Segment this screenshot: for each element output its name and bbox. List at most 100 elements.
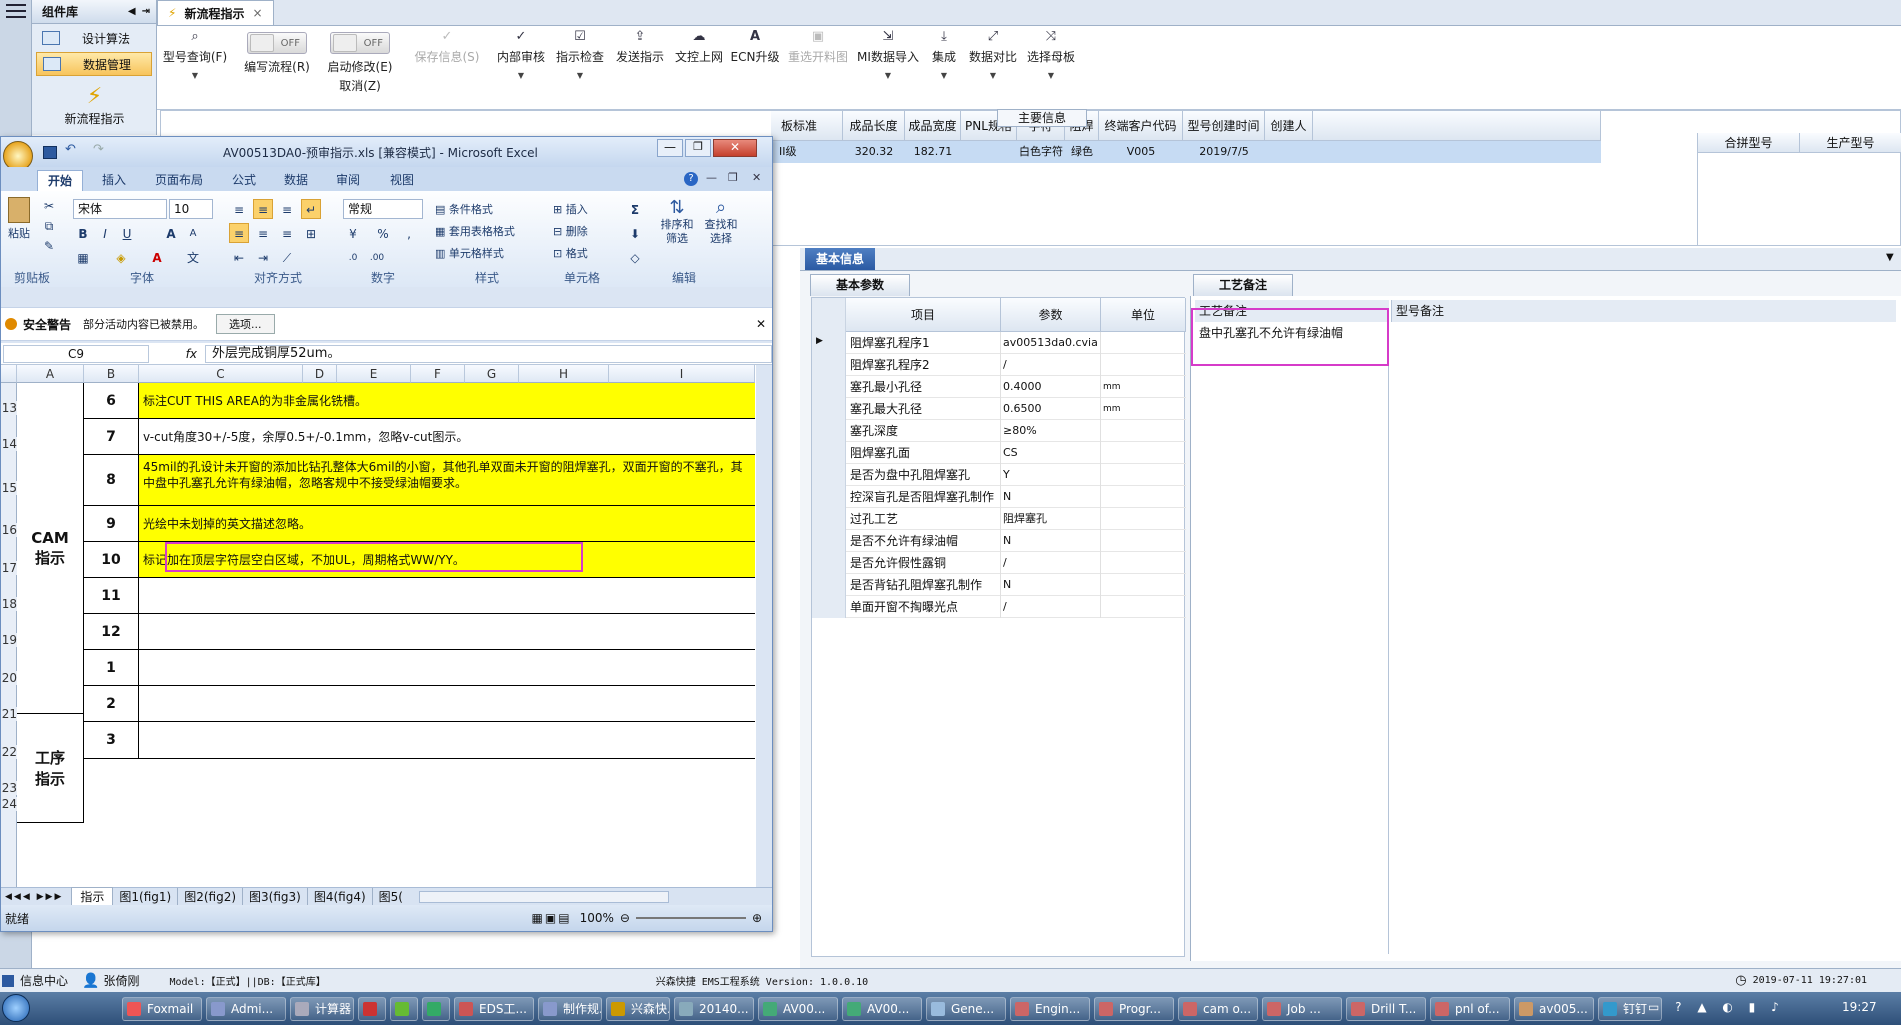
- row-selector[interactable]: [812, 354, 846, 376]
- row-selector[interactable]: [812, 376, 846, 398]
- sheet-tab[interactable]: 图3(fig3): [243, 888, 308, 905]
- param-value[interactable]: /: [1001, 552, 1101, 574]
- redo-icon[interactable]: ↷: [93, 142, 104, 157]
- start-button[interactable]: [2, 994, 30, 1022]
- row-header[interactable]: 20: [1, 671, 17, 685]
- remark-text-area[interactable]: 盘中孔塞孔不允许有绿油帽: [1195, 322, 1389, 954]
- row-header[interactable]: 21: [1, 707, 17, 721]
- sort-filter-button[interactable]: ⇅ 排序和筛选: [657, 197, 697, 246]
- help-icon[interactable]: ?: [684, 172, 698, 186]
- row-number-cell[interactable]: 6: [84, 383, 139, 419]
- row-selector[interactable]: [812, 552, 846, 574]
- taskbar-item[interactable]: [422, 997, 450, 1021]
- param-value[interactable]: 0.4000: [1001, 376, 1101, 398]
- tab-new-flow[interactable]: ⚡ 新流程指示 ×: [157, 0, 274, 25]
- taskbar-clock[interactable]: 19:27: [1842, 1000, 1877, 1014]
- font-name-select[interactable]: 宋体: [73, 199, 167, 219]
- row-header[interactable]: 17: [1, 561, 17, 575]
- row-number-cell[interactable]: 3: [84, 722, 139, 759]
- row-header[interactable]: 23: [1, 781, 17, 795]
- param-row[interactable]: 塞孔深度 ≥80%: [812, 420, 1186, 442]
- instruction-check-button[interactable]: ☑ 指示检查 ▼: [552, 26, 608, 110]
- instruction-cell[interactable]: 45mil的孔设计未开窗的添加比钻孔整体大6mil的小窗，其他孔单双面未开窗的阻…: [139, 455, 755, 506]
- taskbar-item[interactable]: [390, 997, 418, 1021]
- row-number-cell[interactable]: 2: [84, 686, 139, 722]
- info-center-link[interactable]: 信息中心: [20, 972, 68, 989]
- table-row[interactable]: II级 320.32 182.71 白色字符 绿色 V005 2019/7/5: [771, 141, 1601, 163]
- taskbar-item[interactable]: AV00...: [758, 997, 838, 1021]
- close-button[interactable]: ✕: [713, 139, 757, 157]
- column-header[interactable]: 成品长度: [843, 111, 905, 141]
- font-size-select[interactable]: 10: [169, 199, 213, 219]
- row-header[interactable]: 19: [1, 633, 17, 647]
- taskbar-item[interactable]: pnl of...: [1430, 997, 1510, 1021]
- param-value[interactable]: ≥80%: [1001, 420, 1101, 442]
- sheet-tab[interactable]: 图2(fig2): [178, 888, 244, 905]
- param-value[interactable]: 0.6500: [1001, 398, 1101, 420]
- sheet-tab[interactable]: 图1(fig1): [113, 888, 179, 905]
- row-header[interactable]: 16: [1, 523, 17, 537]
- row-selector[interactable]: ▶: [812, 332, 846, 354]
- align-right-icon[interactable]: ≡: [277, 223, 297, 243]
- taskbar-item[interactable]: AV00...: [842, 997, 922, 1021]
- row-selector[interactable]: [812, 398, 846, 420]
- instruction-cell[interactable]: [139, 650, 755, 686]
- taskbar-item[interactable]: EDS工...: [454, 997, 534, 1021]
- row-number-cell[interactable]: 11: [84, 578, 139, 614]
- param-value[interactable]: CS: [1001, 442, 1101, 464]
- param-value[interactable]: Y: [1001, 464, 1101, 486]
- taskbar-item[interactable]: Job ...: [1262, 997, 1342, 1021]
- instruction-cell[interactable]: 光绘中未划掉的英文描述忽略。: [139, 506, 755, 542]
- align-top-icon[interactable]: ≡: [229, 199, 249, 219]
- instruction-cell[interactable]: v-cut角度30+/-5度，余厚0.5+/-0.1mm，忽略v-cut图示。: [139, 419, 755, 455]
- formula-input[interactable]: 外层完成铜厚52um。: [205, 344, 772, 363]
- cell-styles-button[interactable]: ▥ 单元格样式: [435, 245, 504, 261]
- spreadsheet-grid[interactable]: A B C D E F G H I 13 14 15 16 17 18 19 20 21 22 23…: [1, 365, 756, 887]
- column-header[interactable]: G: [465, 365, 519, 383]
- column-header[interactable]: 合拼型号: [1698, 133, 1800, 153]
- border-icon[interactable]: ▦: [73, 247, 93, 267]
- align-center-icon[interactable]: ≡: [253, 223, 273, 243]
- taskbar-item[interactable]: av005...: [1514, 997, 1594, 1021]
- collapse-left-icon[interactable]: ◀: [128, 6, 136, 17]
- tab-data[interactable]: 数据: [273, 170, 319, 191]
- model-query-button[interactable]: ⌕ 型号查询(F) ▼: [163, 26, 227, 110]
- save-icon[interactable]: [43, 146, 57, 159]
- row-selector[interactable]: [812, 530, 846, 552]
- row-selector[interactable]: [812, 464, 846, 486]
- copy-icon[interactable]: ⧉: [39, 215, 59, 235]
- mi-data-import-button[interactable]: ⇲ MI数据导入 ▼: [855, 26, 921, 110]
- maximize-button[interactable]: ❐: [685, 139, 711, 157]
- row-selector[interactable]: [812, 596, 846, 618]
- insert-cells-button[interactable]: ⊞ 插入: [553, 201, 588, 217]
- decrease-indent-icon[interactable]: ⇤: [229, 247, 249, 267]
- align-bottom-icon[interactable]: ≡: [277, 199, 297, 219]
- param-row[interactable]: 阻焊塞孔程序2/: [812, 354, 1186, 376]
- shrink-font-icon[interactable]: A: [183, 223, 203, 243]
- row-number-cell[interactable]: 1: [84, 650, 139, 686]
- bold-icon[interactable]: B: [73, 223, 93, 243]
- increase-decimal-icon[interactable]: .0: [343, 247, 363, 267]
- param-row[interactable]: 阻焊塞孔面 CS: [812, 442, 1186, 464]
- paste-button[interactable]: 粘贴: [5, 195, 33, 257]
- conditional-format-button[interactable]: ▤ 条件格式: [435, 201, 493, 217]
- internal-review-button[interactable]: ✓ 内部审核 ▼: [493, 26, 549, 110]
- select-motherboard-button[interactable]: ⤨ 选择母板 ▼: [1023, 26, 1079, 110]
- ecn-upgrade-button[interactable]: A ECN升级: [729, 26, 781, 110]
- instruction-cell[interactable]: [139, 686, 755, 722]
- component-item-data-management[interactable]: 数据管理: [36, 52, 152, 76]
- doc-control-online-button[interactable]: ☁ 文控上网: [671, 26, 727, 110]
- cut-icon[interactable]: ✂: [39, 195, 59, 215]
- sheet-tab[interactable]: 图4(fig4): [308, 888, 373, 905]
- param-row[interactable]: 塞孔最小孔径 0.4000 mm: [812, 376, 1186, 398]
- instruction-cell[interactable]: [139, 578, 755, 614]
- column-header[interactable]: 创建人: [1265, 111, 1313, 141]
- taskbar-item[interactable]: Progr...: [1094, 997, 1174, 1021]
- column-header[interactable]: 参数: [1001, 298, 1101, 332]
- ribbon-close-icon[interactable]: ✕: [752, 171, 761, 184]
- column-header[interactable]: A: [17, 365, 84, 383]
- column-header[interactable]: 生产型号: [1800, 133, 1901, 153]
- column-header[interactable]: B: [84, 365, 139, 383]
- tab-formulas[interactable]: 公式: [221, 170, 267, 191]
- taskbar-item[interactable]: Foxmail: [122, 997, 202, 1021]
